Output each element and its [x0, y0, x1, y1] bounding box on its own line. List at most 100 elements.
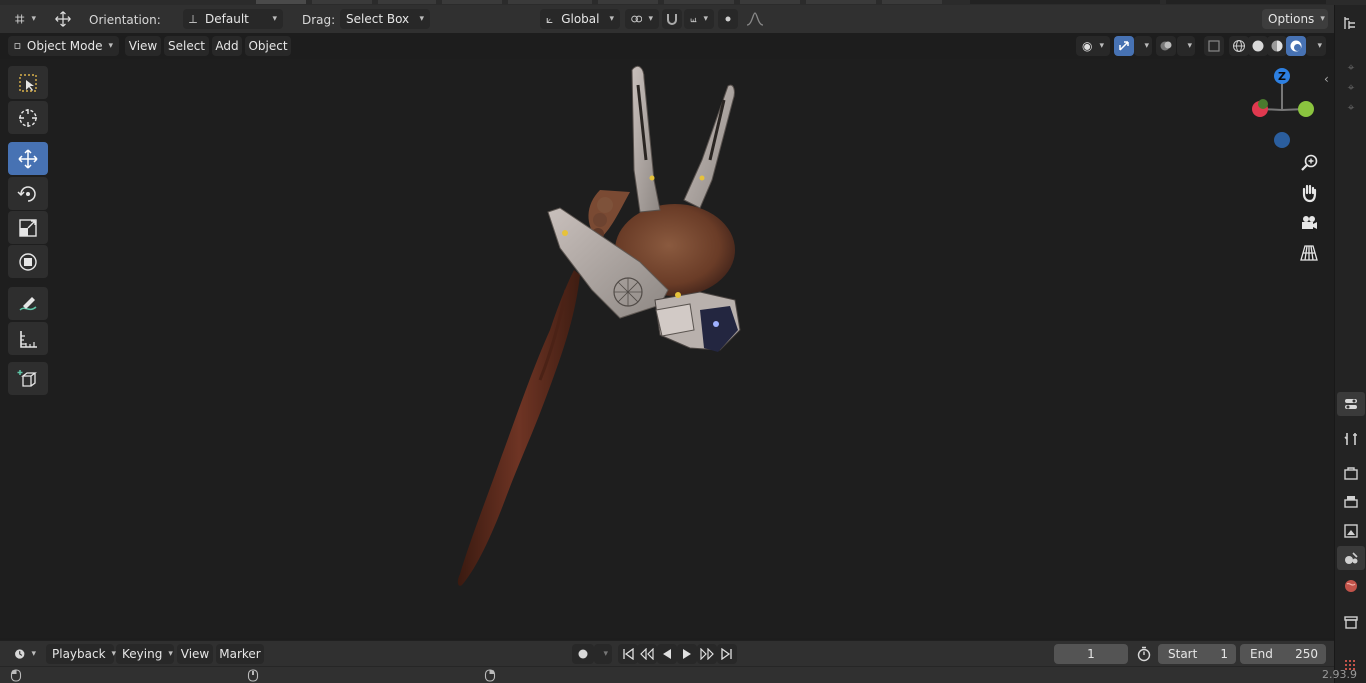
- view-layer-properties-icon[interactable]: [1337, 519, 1365, 543]
- tool-settings-icon[interactable]: [1337, 427, 1365, 451]
- timeline-header: ▾ Playback ▾ Keying ▾ View Marker ▾ 1 St…: [0, 640, 1334, 666]
- output-properties-icon[interactable]: [1337, 490, 1365, 514]
- add-cube-tool[interactable]: [8, 362, 48, 395]
- 3d-viewport[interactable]: [0, 59, 1334, 638]
- timeline-menu-marker[interactable]: Marker: [216, 644, 264, 664]
- chevron-down-icon: ▾: [703, 14, 708, 24]
- wireframe-sphere-icon: [1233, 40, 1245, 52]
- view-layer-selector[interactable]: [1166, 0, 1326, 4]
- menu-select[interactable]: Select: [164, 36, 209, 56]
- snap-toggle[interactable]: [662, 9, 682, 29]
- current-frame-field[interactable]: 1: [1054, 644, 1128, 664]
- workspace-tab[interactable]: [442, 0, 502, 4]
- play-button[interactable]: [677, 644, 697, 664]
- gizmo-y-axis[interactable]: [1298, 101, 1314, 117]
- jump-keyframe-forward-button[interactable]: [697, 644, 717, 664]
- pin-icon[interactable]: ⌖: [1337, 95, 1365, 119]
- measure-tool[interactable]: [8, 322, 48, 355]
- workspace-tab[interactable]: [664, 0, 734, 4]
- scene-properties-icon[interactable]: [1337, 546, 1365, 570]
- move-tool-indicator[interactable]: [48, 9, 78, 29]
- select-box-tool[interactable]: [8, 66, 48, 99]
- use-preview-range-toggle[interactable]: [1133, 644, 1155, 664]
- shading-dropdown[interactable]: ▾: [1306, 36, 1326, 56]
- keying-set-dropdown[interactable]: ▾: [594, 644, 612, 664]
- menu-playback[interactable]: Playback ▾: [46, 644, 117, 664]
- outliner-icon[interactable]: [1337, 11, 1365, 35]
- workspace-tab[interactable]: [740, 0, 800, 4]
- rotate-tool[interactable]: [8, 177, 48, 210]
- jump-to-end-button[interactable]: [717, 644, 737, 664]
- rotate-icon: [17, 185, 36, 202]
- camera-icon[interactable]: [1298, 212, 1320, 234]
- editor-type-button[interactable]: ▾: [8, 9, 42, 29]
- pivot-point-dropdown[interactable]: ▾: [625, 9, 659, 29]
- transform-orientation-dropdown[interactable]: ⟀ Global ▾: [540, 9, 620, 29]
- snap-target-dropdown[interactable]: ▾: [684, 9, 714, 29]
- mode-dropdown[interactable]: Object Mode ▾: [8, 36, 119, 56]
- jump-to-start-button[interactable]: [618, 644, 638, 664]
- grid-perspective-icon[interactable]: [1298, 242, 1320, 264]
- timeline-menu-view[interactable]: View: [177, 644, 213, 664]
- menu-object[interactable]: Object: [245, 36, 291, 56]
- gizmo-neg-z-axis[interactable]: [1274, 132, 1290, 148]
- chevron-down-icon: ▾: [111, 649, 117, 659]
- scale-tool[interactable]: [8, 211, 48, 244]
- object-mode-icon: [14, 43, 21, 49]
- overlays-dropdown[interactable]: ▾: [1177, 36, 1195, 56]
- zoom-icon[interactable]: [1298, 152, 1320, 174]
- gizmo-neg-y-axis[interactable]: [1258, 99, 1268, 109]
- navigation-gizmo[interactable]: Z: [1244, 64, 1320, 154]
- workspace-tab[interactable]: [806, 0, 876, 4]
- workspace-tab[interactable]: [882, 0, 942, 4]
- axe-model[interactable]: [0, 59, 1334, 638]
- collection-properties-icon[interactable]: [1337, 610, 1365, 634]
- orientation-dropdown[interactable]: ⟂ Default ▾: [183, 9, 283, 29]
- pivot-point-icon: [631, 15, 643, 23]
- visibility-dropdown[interactable]: ◉ ▾: [1076, 36, 1110, 56]
- gizmo-dropdown[interactable]: ▾: [1134, 36, 1152, 56]
- proportional-edit-toggle[interactable]: [718, 9, 738, 29]
- workspace-tab[interactable]: [508, 0, 592, 4]
- auto-keying-toggle[interactable]: [572, 644, 594, 664]
- workspace-tab[interactable]: [598, 0, 658, 4]
- gizmo-toggle[interactable]: [1114, 36, 1134, 56]
- timeline-editor-type-button[interactable]: ▾: [8, 644, 42, 664]
- record-icon: [578, 649, 588, 659]
- shading-solid-button[interactable]: [1248, 36, 1268, 56]
- measure-icon: [20, 330, 37, 348]
- workspace-tab-active[interactable]: [256, 0, 306, 4]
- jump-keyframe-back-button[interactable]: [637, 644, 657, 664]
- properties-toggle-icon[interactable]: [1337, 392, 1365, 416]
- menu-add[interactable]: Add: [212, 36, 242, 56]
- play-reverse-button[interactable]: [657, 644, 677, 664]
- status-bar: [0, 666, 1334, 683]
- shading-rendered-button[interactable]: [1286, 36, 1306, 56]
- cursor-tool[interactable]: [8, 101, 48, 134]
- options-dropdown[interactable]: Options ▾: [1262, 9, 1328, 29]
- workspace-tab[interactable]: [312, 0, 372, 4]
- frame-start-field[interactable]: Start 1: [1158, 644, 1236, 664]
- drag-value: Select Box: [346, 12, 410, 26]
- shading-material-button[interactable]: [1267, 36, 1287, 56]
- shading-wireframe-button[interactable]: [1229, 36, 1249, 56]
- annotate-tool[interactable]: [8, 287, 48, 320]
- move-tool[interactable]: [8, 142, 48, 175]
- workspace-tab[interactable]: [378, 0, 436, 4]
- sidebar-toggle-icon[interactable]: ‹: [1324, 72, 1329, 86]
- render-properties-icon[interactable]: [1337, 462, 1365, 486]
- options-label: Options: [1268, 12, 1315, 26]
- menu-view[interactable]: View: [125, 36, 161, 56]
- xray-toggle[interactable]: [1204, 36, 1224, 56]
- hand-pan-icon[interactable]: [1298, 182, 1320, 204]
- transform-tool[interactable]: [8, 245, 48, 278]
- overlays-toggle[interactable]: [1156, 36, 1176, 56]
- menu-keying[interactable]: Keying ▾: [116, 644, 174, 664]
- frame-end-field[interactable]: End 250: [1240, 644, 1326, 664]
- jump-start-icon: [623, 648, 634, 660]
- falloff-dropdown[interactable]: [740, 9, 770, 29]
- drag-dropdown[interactable]: Select Box ▾: [340, 9, 430, 29]
- scene-selector[interactable]: [970, 0, 1160, 4]
- gizmo-z-label: Z: [1278, 70, 1286, 83]
- world-properties-icon[interactable]: [1337, 574, 1365, 598]
